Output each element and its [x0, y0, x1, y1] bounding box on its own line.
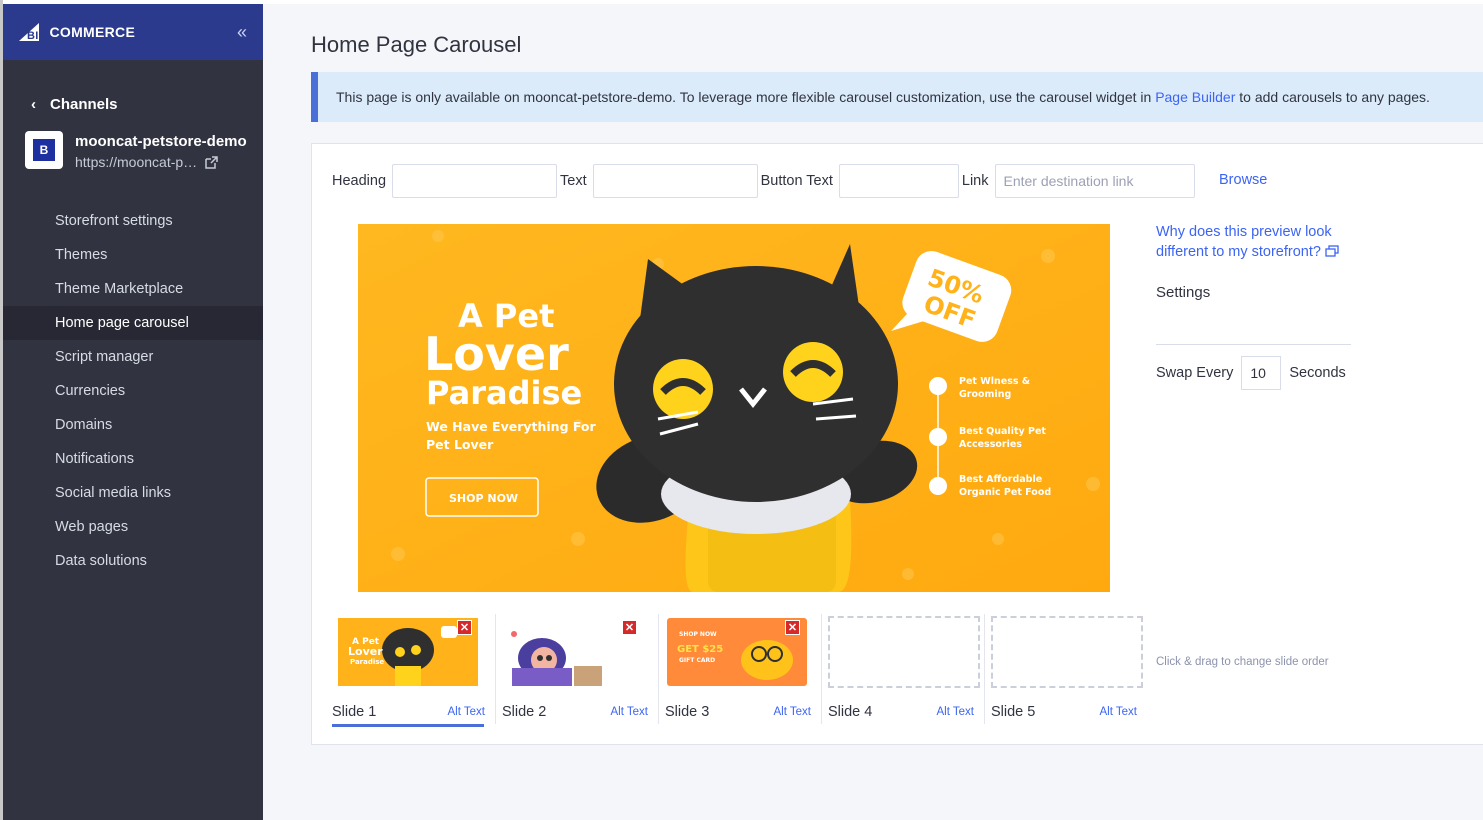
info-banner: This page is only available on mooncat-p…: [311, 72, 1483, 122]
slide-tab-5[interactable]: Slide 5 Alt Text: [984, 614, 1147, 724]
slide-3-label: Slide 3: [665, 704, 710, 720]
main-content: Home Page Carousel This page is only ava…: [263, 4, 1483, 820]
store-logo-icon: B: [33, 139, 55, 161]
back-to-channels[interactable]: ‹ Channels: [3, 60, 263, 113]
heading-input[interactable]: [392, 164, 558, 198]
preview-headline-3: Paradise: [426, 374, 582, 412]
link-label: Link: [961, 173, 989, 189]
drag-hint: Click & drag to change slide order: [1156, 656, 1329, 668]
store-avatar: B: [25, 131, 63, 169]
slide-tabs: A Pet Lover Paradise ✕ Slide 1 Alt Text: [332, 614, 1147, 727]
slide-5-label: Slide 5: [991, 704, 1036, 720]
link-input[interactable]: [994, 164, 1195, 198]
sidebar-item-social-media-links[interactable]: Social media links: [3, 476, 263, 510]
preview-cta: SHOP NOW: [449, 492, 518, 505]
swap-seconds-input[interactable]: [1241, 356, 1282, 390]
svg-text:Grooming: Grooming: [959, 389, 1011, 400]
svg-text:Lover: Lover: [348, 645, 383, 658]
slide-4-empty-dropzone[interactable]: [828, 616, 980, 688]
chevron-left-icon: ‹: [31, 96, 36, 113]
sidebar-header: BIG COMMERCE «: [3, 4, 263, 60]
store-url[interactable]: https://mooncat-p…: [75, 154, 247, 170]
slide-fields: Heading Text Button Text Link: [332, 164, 1195, 198]
slide-1-label: Slide 1: [332, 704, 377, 720]
slide-2-alt-text[interactable]: Alt Text: [611, 706, 649, 718]
slide-tab-4[interactable]: Slide 4 Alt Text: [821, 614, 984, 724]
settings-label: Settings: [1156, 284, 1211, 301]
swap-interval: Swap Every Seconds: [1156, 356, 1346, 390]
svg-text:Paradise: Paradise: [350, 658, 384, 666]
preview-difference-link[interactable]: Why does this preview look different to …: [1156, 222, 1356, 262]
slide-2-label: Slide 2: [502, 704, 547, 720]
text-input[interactable]: [592, 164, 758, 198]
collapse-sidebar-icon[interactable]: «: [237, 22, 247, 43]
sidebar-item-data-solutions[interactable]: Data solutions: [3, 544, 263, 578]
sidebar: BIG COMMERCE « ‹ Channels B mooncat-pets…: [3, 4, 263, 820]
swap-prefix: Swap Every: [1156, 365, 1234, 381]
heading-label: Heading: [332, 173, 387, 189]
slide-4-label: Slide 4: [828, 704, 873, 720]
why-link-text: Why does this preview look different to …: [1156, 224, 1332, 260]
sidebar-item-currencies[interactable]: Currencies: [3, 374, 263, 408]
settings-divider: [1156, 344, 1351, 345]
slide-5-alt-text[interactable]: Alt Text: [1100, 706, 1138, 718]
swap-suffix: Seconds: [1289, 365, 1346, 381]
preview-subheadline-2: Pet Lover: [426, 437, 494, 452]
sidebar-nav: Storefront settings Themes Theme Marketp…: [3, 204, 263, 578]
browse-link[interactable]: Browse: [1219, 172, 1267, 188]
sidebar-item-themes[interactable]: Themes: [3, 238, 263, 272]
svg-text:GET $25: GET $25: [677, 644, 723, 655]
sidebar-item-script-manager[interactable]: Script manager: [3, 340, 263, 374]
channels-label: Channels: [50, 96, 118, 113]
sidebar-item-notifications[interactable]: Notifications: [3, 442, 263, 476]
preview-feature-2: Best Quality Pet: [959, 426, 1046, 437]
page-builder-link[interactable]: Page Builder: [1155, 89, 1235, 105]
slide-tab-1[interactable]: A Pet Lover Paradise ✕ Slide 1 Alt Text: [332, 614, 495, 727]
button-text-label: Button Text: [760, 173, 833, 189]
open-window-icon: [1325, 245, 1339, 257]
slide-4-alt-text[interactable]: Alt Text: [937, 706, 975, 718]
page-title: Home Page Carousel: [311, 32, 522, 57]
slide-tab-2[interactable]: ✕ Slide 2 Alt Text: [495, 614, 658, 724]
active-slide-indicator: [332, 724, 484, 727]
slide-5-empty-dropzone[interactable]: [991, 616, 1143, 688]
svg-text:GIFT CARD: GIFT CARD: [679, 657, 715, 664]
preview-subheadline: We Have Everything For: [426, 419, 597, 434]
remove-slide-3-icon[interactable]: ✕: [785, 620, 800, 635]
svg-text:SHOP NOW: SHOP NOW: [679, 631, 717, 638]
svg-text:Organic Pet Food: Organic Pet Food: [959, 487, 1051, 498]
carousel-preview: A Pet Lover Paradise We Have Everything …: [358, 224, 1110, 592]
sidebar-item-storefront-settings[interactable]: Storefront settings: [3, 204, 263, 238]
app-window: BIG COMMERCE « ‹ Channels B mooncat-pets…: [0, 0, 1483, 820]
svg-text:Accessories: Accessories: [959, 439, 1022, 450]
button-text-input[interactable]: [838, 164, 959, 198]
preview-feature-1: Pet Wlness &: [959, 376, 1030, 387]
remove-slide-2-icon[interactable]: ✕: [622, 620, 637, 635]
logo-text: COMMERCE: [49, 24, 136, 40]
logo-prefix: BIG: [27, 30, 48, 42]
text-label: Text: [560, 173, 587, 189]
slide-tab-3[interactable]: SHOP NOW GET $25 GIFT CARD ✕ Slide 3 Alt…: [658, 614, 821, 724]
store-url-text: https://mooncat-p…: [75, 154, 198, 170]
store-switcher[interactable]: B mooncat-petstore-demo https://mooncat-…: [3, 113, 263, 170]
preview-image: A Pet Lover Paradise We Have Everything …: [358, 224, 1110, 592]
preview-feature-3: Best Affordable: [959, 474, 1042, 485]
external-link-icon[interactable]: [205, 155, 218, 169]
sidebar-item-theme-marketplace[interactable]: Theme Marketplace: [3, 272, 263, 306]
banner-suffix: to add carousels to any pages.: [1239, 89, 1430, 105]
carousel-editor: Heading Text Button Text Link Browse: [311, 143, 1483, 745]
sidebar-item-domains[interactable]: Domains: [3, 408, 263, 442]
store-name: mooncat-petstore-demo: [75, 133, 247, 150]
slide-1-alt-text[interactable]: Alt Text: [448, 706, 486, 718]
banner-text: This page is only available on mooncat-p…: [336, 89, 1152, 105]
remove-slide-1-icon[interactable]: ✕: [457, 620, 472, 635]
bigcommerce-logo[interactable]: BIG COMMERCE: [17, 21, 135, 43]
sidebar-item-web-pages[interactable]: Web pages: [3, 510, 263, 544]
preview-headline-2: Lover: [424, 327, 569, 381]
slide-3-alt-text[interactable]: Alt Text: [774, 706, 812, 718]
sidebar-item-home-page-carousel[interactable]: Home page carousel: [3, 306, 263, 340]
